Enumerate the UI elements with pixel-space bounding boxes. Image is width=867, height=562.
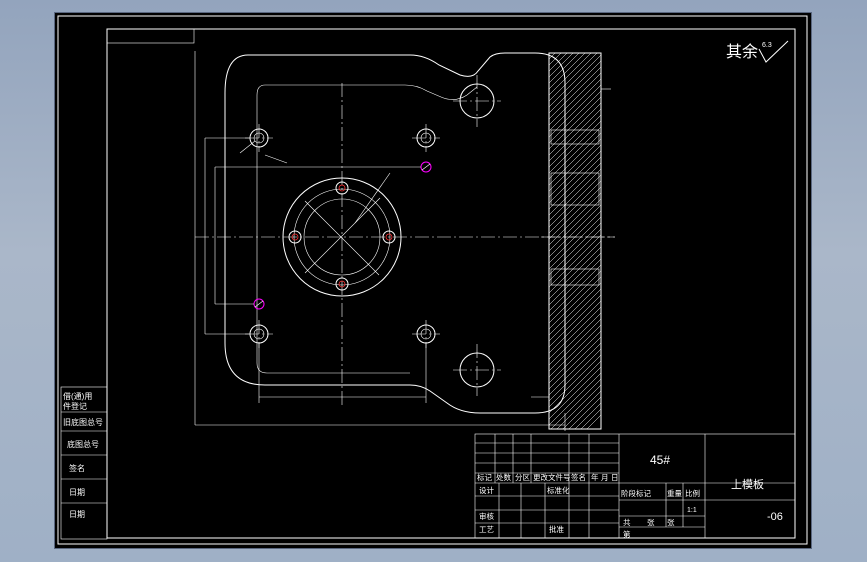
drawing-canvas: 其余 6.3 借(通)用 件登记 旧底图总号 底图总号 签名 日期 日期 标记 … <box>57 13 808 545</box>
rev-h-mark: 标记 <box>477 472 492 482</box>
section-outline <box>548 52 602 430</box>
plate-step-line <box>265 84 478 100</box>
section-hatching <box>549 13 601 429</box>
rev-h-year: 年 <box>591 472 599 482</box>
roughness-value: 6.3 <box>762 42 772 49</box>
strip-row-2: 件登记 <box>63 401 87 411</box>
hatch-line <box>549 53 550 54</box>
roughness-label: 其余 <box>726 42 758 61</box>
inner-frame <box>106 28 796 539</box>
strip-row-5: 签名 <box>69 463 85 473</box>
row-approve: 批准 <box>549 524 564 534</box>
drawing-number: -06 <box>767 511 783 523</box>
section-view <box>531 13 615 430</box>
sheet-total-unit: 张 <box>647 518 655 527</box>
strip-row-6: 日期 <box>69 488 85 497</box>
strip-row-3: 旧底图总号 <box>63 417 103 427</box>
row-design: 设计 <box>479 485 494 495</box>
sheet-no-unit: 张 <box>667 518 675 527</box>
hatch-line <box>549 13 601 47</box>
rev-h-docno: 更改文件号 <box>533 472 571 482</box>
hatch-line <box>549 13 601 23</box>
section-counterbore-bottom <box>550 268 600 286</box>
part-name: 上模板 <box>731 477 764 491</box>
roughness-note: 其余 6.3 <box>726 40 789 63</box>
hatch-line <box>549 13 601 41</box>
rev-h-zone: 分区 <box>515 473 530 482</box>
rev-h-count: 处数 <box>496 472 511 482</box>
strip-row-1: 借(通)用 <box>63 391 92 401</box>
strip-row-4: 底图总号 <box>67 439 99 449</box>
strip-row-7: 日期 <box>69 510 85 519</box>
stage-h-mark: 阶段标记 <box>621 488 651 498</box>
title-block: 标记 处数 分区 更改文件号 签名 年 月 日 设计 标准化 审核 工艺 批准 … <box>474 433 796 539</box>
row-check: 审核 <box>479 511 494 521</box>
cad-viewport[interactable]: 其余 6.3 借(通)用 件登记 旧底图总号 底图总号 签名 日期 日期 标记 … <box>55 13 811 548</box>
sheet-total: 共 <box>623 518 631 527</box>
hatch-line <box>549 53 556 60</box>
material-label: 45# <box>650 453 670 467</box>
rev-h-sign: 签名 <box>571 472 586 482</box>
plate-outline <box>224 52 566 414</box>
rev-h-month: 月 <box>601 473 609 482</box>
rev-h-day: 日 <box>611 473 619 482</box>
plate-inner-line <box>256 84 410 374</box>
top-left-code-box <box>106 28 195 44</box>
left-strip-table: 借(通)用 件登记 旧底图总号 底图总号 签名 日期 日期 <box>60 386 108 540</box>
outer-frame <box>57 15 808 545</box>
scale-value: 1:1 <box>687 507 697 514</box>
sheet-no: 第 <box>623 529 631 539</box>
row-process: 工艺 <box>479 525 494 534</box>
hatch-line <box>549 13 601 29</box>
stage-h-scale: 比例 <box>685 488 700 498</box>
row-standard: 标准化 <box>547 485 570 495</box>
corner-screw-holes <box>245 124 440 348</box>
stage-h-weight: 重量 <box>667 489 682 498</box>
